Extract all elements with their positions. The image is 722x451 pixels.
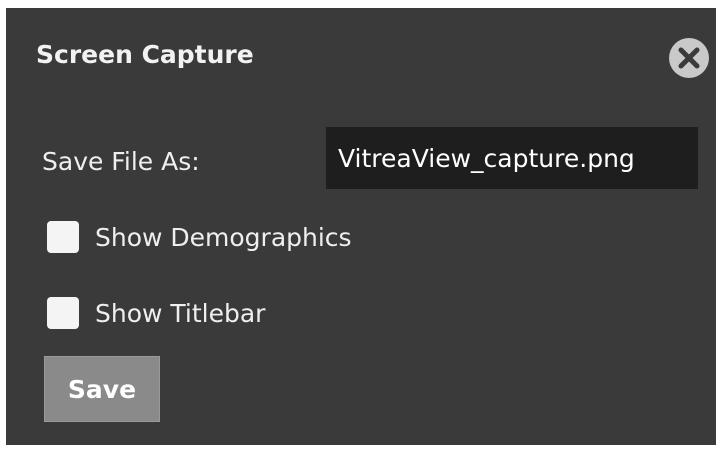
show-titlebar-label: Show Titlebar (95, 298, 266, 328)
show-demographics-checkbox[interactable] (47, 221, 79, 253)
screen-capture-dialog: Screen Capture Save File As: Show Demogr… (6, 8, 716, 445)
close-icon[interactable] (669, 38, 709, 78)
show-titlebar-option[interactable]: Show Titlebar (47, 297, 265, 329)
show-titlebar-checkbox[interactable] (47, 297, 79, 329)
save-button[interactable]: Save (44, 356, 160, 422)
dialog-title: Screen Capture (36, 40, 254, 69)
show-demographics-label: Show Demographics (95, 222, 352, 252)
show-demographics-option[interactable]: Show Demographics (47, 221, 352, 253)
filename-input[interactable] (326, 127, 698, 189)
save-file-as-label: Save File As: (42, 147, 200, 176)
